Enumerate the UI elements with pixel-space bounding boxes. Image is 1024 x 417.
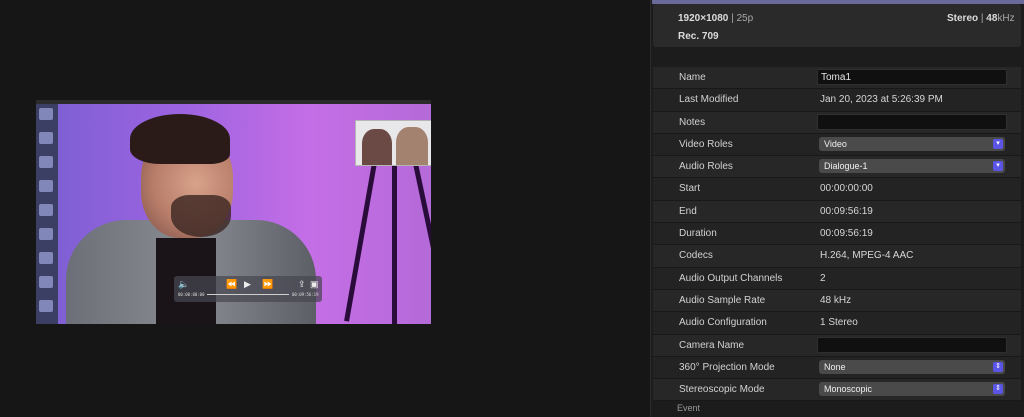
pip-person-left — [362, 129, 392, 165]
property-label: Codecs — [679, 250, 713, 262]
property-label: Camera Name — [679, 339, 745, 351]
popup-value: None — [824, 361, 846, 372]
property-label: Audio Sample Rate — [679, 294, 766, 306]
property-value: H.264, MPEG-4 AAC — [820, 250, 914, 262]
sample-unit: kHz — [997, 13, 1015, 24]
chevron-updown-icon: ⇕ — [993, 361, 1003, 372]
filmstrip-sidebar — [36, 104, 58, 324]
playback-controls: 🔈 ⏪ ▶ ⏩ ⇪ ▣ 00:00:00:00 00:09:56:19 — [174, 276, 322, 302]
sample-rate-value: 48 — [986, 13, 998, 24]
framerate-value: 25p — [736, 13, 754, 24]
rewind-icon[interactable]: ⏪ — [226, 279, 237, 289]
property-row-stereoscopic-mode: Stereoscopic Mode Monoscopic ⇕ — [653, 379, 1021, 402]
person-beard — [171, 195, 231, 237]
camera-name-field[interactable] — [817, 336, 1007, 353]
chevron-down-icon: ▾ — [993, 161, 1003, 172]
lamp-stand — [392, 140, 397, 324]
film-hole — [39, 204, 53, 216]
popup-value: Monoscopic — [824, 384, 873, 395]
resolution-text: 1920×1080 | 25p — [678, 13, 753, 24]
property-row-camera-name: Camera Name — [653, 334, 1021, 357]
film-hole — [39, 228, 53, 240]
property-row-last-modified: Last Modified Jan 20, 2023 at 5:26:39 PM — [653, 89, 1021, 112]
property-label: Start — [679, 183, 701, 195]
audio-roles-popup[interactable]: Dialogue-1 ▾ — [819, 159, 1005, 174]
property-label: Name — [679, 72, 706, 83]
resolution-value: 1920×1080 — [678, 13, 729, 24]
audio-channels-value: Stereo — [947, 13, 979, 24]
property-label: Stereoscopic Mode — [679, 384, 765, 396]
film-hole — [39, 108, 53, 120]
property-label: Video Roles — [679, 138, 733, 150]
property-label: 360° Projection Mode — [679, 361, 775, 373]
scrubber-bar[interactable] — [207, 294, 289, 295]
property-value: 00:00:00:00 — [820, 183, 873, 195]
film-hole — [39, 300, 53, 312]
event-section-label: Event — [677, 403, 701, 413]
property-row-name: Name Toma1 — [653, 67, 1021, 90]
property-value: 1 Stereo — [820, 317, 858, 329]
property-row-audio-output-channels: Audio Output Channels 2 — [653, 267, 1021, 290]
property-row-video-roles: Video Roles Video ▾ — [653, 133, 1021, 157]
property-label: Last Modified — [679, 94, 739, 106]
property-row-projection-mode: 360° Projection Mode None ⇕ — [653, 356, 1021, 380]
property-label: Audio Configuration — [679, 317, 767, 329]
film-hole — [39, 156, 53, 168]
film-hole — [39, 252, 53, 264]
color-space-text: Rec. 709 — [678, 31, 719, 42]
chevron-updown-icon: ⇕ — [993, 384, 1003, 395]
fast-forward-icon[interactable]: ⏩ — [262, 279, 273, 289]
popup-value: Video — [824, 138, 847, 149]
picture-in-picture[interactable] — [355, 120, 431, 166]
property-value: Jan 20, 2023 at 5:26:39 PM — [820, 94, 943, 106]
name-field[interactable]: Toma1 — [817, 69, 1007, 85]
property-label: Audio Roles — [679, 161, 733, 173]
properties-list: Name Toma1 Last Modified Jan 20, 2023 at… — [653, 67, 1021, 402]
property-value: 2 — [820, 272, 826, 284]
property-row-audio-configuration: Audio Configuration 1 Stereo — [653, 312, 1021, 335]
property-row-start: Start 00:00:00:00 — [653, 178, 1021, 201]
property-row-audio-sample-rate: Audio Sample Rate 48 kHz — [653, 289, 1021, 313]
pip-icon[interactable]: ▣ — [310, 279, 319, 289]
media-summary: 1920×1080 | 25p Stereo | 48kHz Rec. 709 — [653, 4, 1021, 47]
popup-value: Dialogue-1 — [824, 161, 868, 172]
property-row-audio-roles: Audio Roles Dialogue-1 ▾ — [653, 156, 1021, 179]
volume-icon[interactable]: 🔈 — [178, 279, 189, 289]
property-value: 48 kHz — [820, 294, 852, 306]
stereoscopic-mode-popup[interactable]: Monoscopic ⇕ — [819, 382, 1005, 397]
pip-person-right — [396, 127, 428, 165]
video-roles-popup[interactable]: Video ▾ — [819, 136, 1005, 151]
property-row-notes: Notes — [653, 111, 1021, 134]
video-frame[interactable]: 🔈 ⏪ ▶ ⏩ ⇪ ▣ 00:00:00:00 00:09:56:19 — [36, 100, 431, 324]
property-label: Notes — [679, 116, 706, 128]
share-icon[interactable]: ⇪ — [298, 279, 306, 289]
person-hair — [130, 114, 230, 164]
timecode-current: 00:00:00:00 — [178, 292, 205, 297]
separator: | — [728, 13, 737, 24]
film-hole — [39, 180, 53, 192]
property-value: 00:09:56:19 — [820, 205, 873, 217]
film-hole — [39, 132, 53, 144]
timecode-total: 00:09:56:19 — [292, 292, 319, 297]
property-row-end: End 00:09:56:19 — [653, 200, 1021, 224]
frame-top-bar — [36, 100, 431, 104]
audio-summary-text: Stereo | 48kHz — [947, 13, 1015, 24]
projection-mode-popup[interactable]: None ⇕ — [819, 359, 1005, 374]
property-label: End — [679, 205, 697, 217]
property-label: Duration — [679, 228, 717, 240]
property-label: Audio Output Channels — [679, 272, 783, 284]
notes-field[interactable] — [817, 113, 1007, 130]
film-hole — [39, 276, 53, 288]
lamp-stand-leg — [408, 139, 431, 321]
property-row-codecs: Codecs H.264, MPEG-4 AAC — [653, 245, 1021, 268]
property-row-duration: Duration 00:09:56:19 — [653, 223, 1021, 246]
lamp-stand-leg — [344, 139, 381, 322]
play-icon[interactable]: ▶ — [244, 279, 251, 289]
viewer-panel: 🔈 ⏪ ▶ ⏩ ⇪ ▣ 00:00:00:00 00:09:56:19 — [0, 0, 650, 417]
chevron-down-icon: ▾ — [993, 138, 1003, 149]
property-value: 00:09:56:19 — [820, 228, 873, 240]
